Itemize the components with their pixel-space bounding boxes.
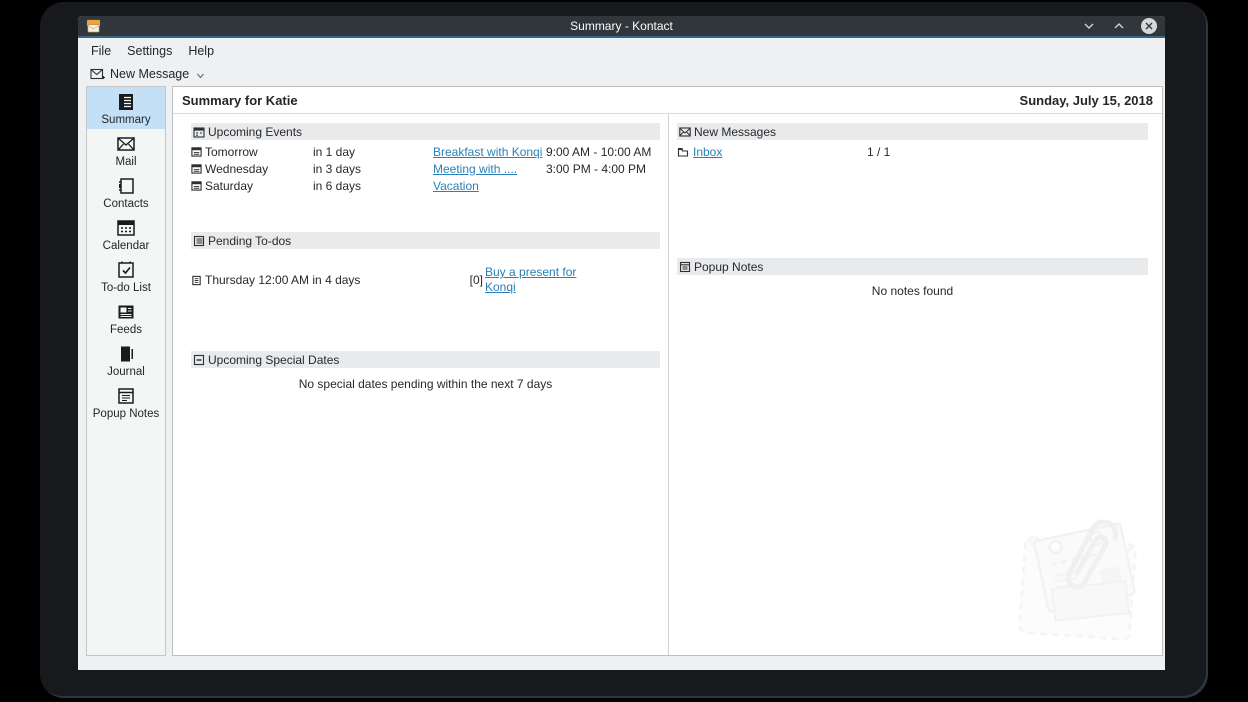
event-link[interactable]: Meeting with .... bbox=[433, 162, 546, 176]
calendar-icon bbox=[191, 164, 202, 174]
kontact-window: Summary - Kontact File Settings Help New… bbox=[78, 16, 1165, 670]
chevron-up-icon bbox=[1114, 23, 1124, 29]
sidebar: Summary Mail Contacts Calendar To-do Lis… bbox=[86, 86, 166, 656]
new-messages-header: New Messages bbox=[677, 123, 1148, 140]
mail-icon bbox=[679, 126, 691, 137]
maximize-button[interactable] bbox=[1111, 18, 1127, 34]
event-relative: in 3 days bbox=[313, 161, 362, 176]
sidebar-item-label: Calendar bbox=[102, 240, 150, 252]
special-dates-empty: No special dates pending within the next… bbox=[298, 377, 553, 391]
special-dates-header: Upcoming Special Dates bbox=[191, 351, 660, 368]
window-title: Summary - Kontact bbox=[570, 19, 673, 33]
todo-when: Thursday 12:00 AM in 4 days bbox=[205, 273, 361, 287]
new-message-button[interactable]: New Message bbox=[86, 65, 209, 83]
popup-notes-empty: No notes found bbox=[871, 284, 954, 298]
todo-link[interactable]: Buy a present for Konqi bbox=[485, 265, 580, 295]
current-date: Sunday, July 15, 2018 bbox=[1019, 92, 1153, 108]
todo-list-icon bbox=[118, 261, 134, 278]
section-title: Upcoming Events bbox=[208, 124, 303, 139]
summary-icon bbox=[119, 94, 133, 110]
menu-settings[interactable]: Settings bbox=[119, 42, 180, 60]
todo-icon bbox=[193, 235, 205, 246]
todo-priority-badge: [0] bbox=[469, 273, 483, 287]
window-controls bbox=[1081, 18, 1157, 34]
menu-file[interactable]: File bbox=[83, 42, 119, 60]
menu-help[interactable]: Help bbox=[180, 42, 222, 60]
popup-notes-header: Popup Notes bbox=[677, 258, 1148, 275]
calendar-icon bbox=[191, 181, 202, 191]
right-column: New Messages Inbox 1 / 1 Popup Notes No … bbox=[669, 114, 1162, 655]
journal-icon bbox=[121, 346, 133, 362]
minimize-button[interactable] bbox=[1081, 18, 1097, 34]
calendar-icon bbox=[117, 220, 135, 236]
dropdown-chevron-icon bbox=[197, 73, 205, 79]
contacts-icon bbox=[119, 178, 134, 194]
note-icon bbox=[679, 261, 691, 272]
event-time: 3:00 PM - 4:00 PM bbox=[546, 161, 647, 176]
sidebar-item-label: Mail bbox=[115, 156, 137, 168]
todo-row: Thursday 12:00 AM in 4 days [0] Buy a pr… bbox=[191, 265, 660, 295]
event-row: Wednesday in 3 days Meeting with .... 3:… bbox=[191, 160, 660, 177]
special-dates-icon bbox=[193, 354, 205, 365]
message-count: 1 / 1 bbox=[867, 144, 891, 159]
section-title: Upcoming Special Dates bbox=[208, 352, 340, 367]
sidebar-item-popup-notes[interactable]: Popup Notes bbox=[87, 381, 165, 423]
sidebar-item-label: To-do List bbox=[101, 282, 151, 294]
toolbar: New Message bbox=[78, 62, 1165, 86]
left-column: Upcoming Events Tomorrow in 1 day Breakf… bbox=[173, 114, 669, 655]
upcoming-events-list: Tomorrow in 1 day Breakfast with Konqi 9… bbox=[191, 143, 660, 194]
event-link[interactable]: Breakfast with Konqi bbox=[433, 145, 546, 159]
sidebar-item-summary[interactable]: Summary bbox=[87, 87, 165, 129]
folder-icon bbox=[677, 147, 689, 157]
sidebar-item-todo-list[interactable]: To-do List bbox=[87, 255, 165, 297]
close-button[interactable] bbox=[1141, 18, 1157, 34]
sidebar-item-label: Journal bbox=[107, 366, 145, 378]
sidebar-item-label: Summary bbox=[101, 114, 151, 126]
calendar-icon bbox=[191, 147, 202, 157]
sidebar-item-mail[interactable]: Mail bbox=[87, 129, 165, 171]
event-day: Wednesday bbox=[205, 161, 269, 176]
sidebar-item-feeds[interactable]: Feeds bbox=[87, 297, 165, 339]
upcoming-events-header: Upcoming Events bbox=[191, 123, 660, 140]
event-link[interactable]: Vacation bbox=[433, 179, 546, 193]
section-title: Popup Notes bbox=[694, 259, 764, 274]
close-icon bbox=[1145, 22, 1153, 30]
event-relative: in 1 day bbox=[313, 144, 356, 159]
sidebar-item-label: Popup Notes bbox=[92, 408, 160, 420]
chevron-down-icon bbox=[1084, 23, 1094, 29]
summary-header: Summary for Katie Sunday, July 15, 2018 bbox=[173, 87, 1162, 114]
event-relative: in 6 days bbox=[313, 178, 362, 193]
pending-todos-header: Pending To-dos bbox=[191, 232, 660, 249]
event-day: Saturday bbox=[205, 178, 254, 193]
sidebar-item-journal[interactable]: Journal bbox=[87, 339, 165, 381]
calendar-icon bbox=[193, 126, 205, 138]
event-row: Saturday in 6 days Vacation bbox=[191, 177, 660, 194]
sidebar-item-contacts[interactable]: Contacts bbox=[87, 171, 165, 213]
event-day: Tomorrow bbox=[205, 144, 258, 159]
feeds-icon bbox=[118, 305, 134, 319]
titlebar: Summary - Kontact bbox=[78, 16, 1165, 38]
new-message-icon bbox=[90, 68, 105, 80]
mail-icon bbox=[117, 137, 135, 151]
sidebar-item-label: Feeds bbox=[110, 324, 142, 336]
summary-panel: Summary for Katie Sunday, July 15, 2018 … bbox=[172, 86, 1163, 656]
section-title: New Messages bbox=[694, 124, 777, 139]
section-title: Pending To-dos bbox=[208, 233, 292, 248]
new-message-label: New Message bbox=[110, 67, 190, 81]
popup-notes-icon bbox=[118, 388, 134, 404]
sidebar-item-calendar[interactable]: Calendar bbox=[87, 213, 165, 255]
menubar: File Settings Help bbox=[78, 40, 1165, 62]
event-time: 9:00 AM - 10:00 AM bbox=[546, 144, 652, 159]
inbox-link[interactable]: Inbox bbox=[693, 145, 722, 159]
page-title: Summary for Katie bbox=[182, 92, 298, 108]
sidebar-item-label: Contacts bbox=[103, 198, 149, 210]
event-row: Tomorrow in 1 day Breakfast with Konqi 9… bbox=[191, 143, 660, 160]
message-row: Inbox 1 / 1 bbox=[677, 143, 1148, 160]
journal-icon bbox=[192, 275, 201, 285]
